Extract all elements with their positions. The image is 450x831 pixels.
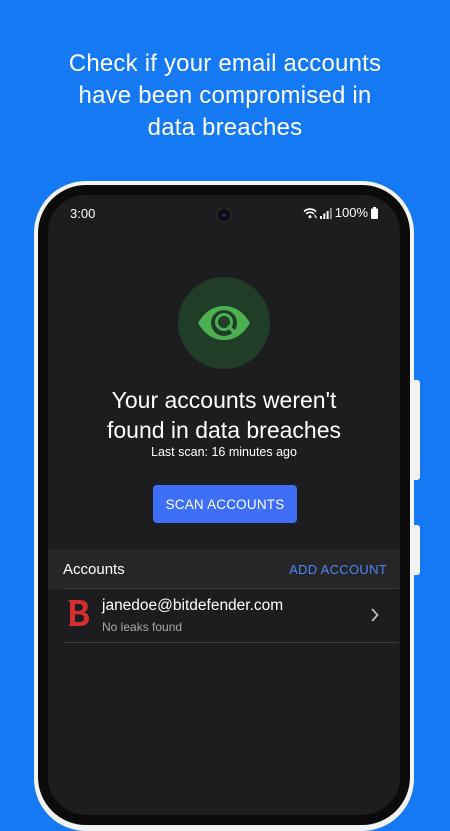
promo-headline-line-1: Check if your email accounts bbox=[68, 50, 382, 77]
battery-percentage: 100% bbox=[334, 205, 368, 220]
account-email: janedoe@bitdefender.com bbox=[102, 597, 284, 614]
accounts-label: Accounts bbox=[63, 561, 125, 578]
divider bbox=[63, 642, 398, 643]
bitdefender-logo bbox=[68, 600, 89, 626]
signal-icon bbox=[319, 207, 332, 219]
status-time: 3:00 bbox=[70, 206, 96, 221]
wifi-icon bbox=[303, 207, 317, 218]
add-account-button[interactable]: ADD ACCOUNT bbox=[289, 562, 387, 577]
status-icons: 100% bbox=[303, 205, 378, 220]
last-scan-text: Last scan: 16 minutes ago bbox=[151, 445, 297, 459]
accounts-header: Accounts ADD ACCOUNT bbox=[48, 549, 400, 589]
account-status: No leaks found bbox=[102, 620, 183, 634]
account-list-item[interactable]: janedoe@bitdefender.com No leaks found bbox=[48, 589, 400, 641]
promo-headline-line-3: data breaches bbox=[147, 114, 303, 141]
chevron-right-icon bbox=[371, 608, 379, 622]
result-title-line-1: Your accounts weren't bbox=[111, 387, 337, 413]
phone-screen: 3:00 100% Your accounts weren't found in… bbox=[48, 195, 400, 815]
battery-icon bbox=[371, 206, 378, 219]
promo-headline-line-2: have been compromised in bbox=[78, 82, 372, 109]
result-title: Your accounts weren't found in data brea… bbox=[48, 385, 400, 445]
result-title-line-2: found in data breaches bbox=[106, 417, 341, 443]
eye-search-icon bbox=[178, 277, 270, 369]
promo-headline: Check if your email accounts have been c… bbox=[0, 48, 450, 144]
scan-accounts-button[interactable]: SCAN ACCOUNTS bbox=[153, 485, 297, 523]
front-camera bbox=[216, 207, 232, 223]
